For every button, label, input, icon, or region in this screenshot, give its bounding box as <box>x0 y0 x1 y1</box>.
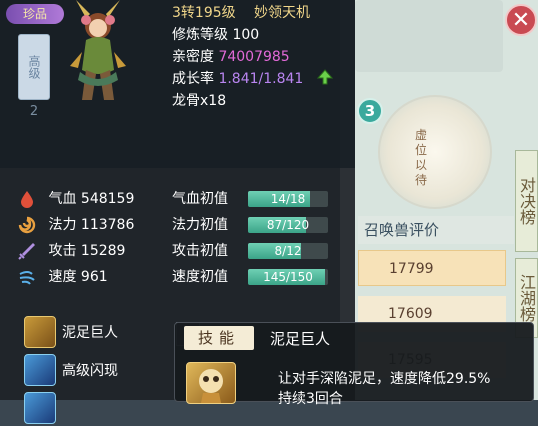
stat-label: 气血 <box>48 191 77 207</box>
growth-row: 成长率 1.841/1.841 <box>172 68 303 88</box>
cultivation-row: 修炼等级 100 <box>172 24 259 44</box>
evaluation-row[interactable]: 17799 <box>358 250 506 286</box>
rank-badge: 3 <box>357 98 383 124</box>
tab-duel-ranking[interactable]: 对决榜 <box>515 150 538 252</box>
skill-icon[interactable] <box>24 392 56 424</box>
skill-label: 高级闪现 <box>62 363 118 379</box>
mana-init-bar: 87/120 <box>248 217 328 233</box>
intimacy-label: 亲密度 <box>172 49 214 65</box>
stat-value: 961 <box>80 269 108 285</box>
flash-icon[interactable] <box>24 354 56 386</box>
bar-text: 8/12 <box>274 244 302 258</box>
growth-up-arrow-icon <box>316 69 334 85</box>
close-icon[interactable]: ✕ <box>512 8 530 33</box>
cultivation-label: 修炼等级 <box>172 27 228 43</box>
skill-tag: 技能 <box>184 326 254 350</box>
intimacy-value: 74007985 <box>218 49 290 65</box>
stat-value: 15289 <box>80 243 126 259</box>
intimacy-row: 亲密度 74007985 <box>172 46 290 66</box>
init-label: 攻击初值 <box>172 243 228 259</box>
stat-label: 速度 <box>48 269 77 285</box>
skill-description: 让对手深陷泥足，速度降低29.5% <box>278 371 491 387</box>
stat-mana: 法力 113786 <box>18 214 134 236</box>
skill-duration: 持续3回合 <box>278 391 343 407</box>
stat-attack: 攻击 15289 <box>18 240 125 262</box>
hp-init-bar: 14/18 <box>248 191 328 207</box>
growth-label: 成长率 <box>172 71 214 87</box>
pet-evaluation-header: 召唤兽评价 <box>358 216 514 244</box>
dragon-bone-count: 龙骨x18 <box>172 93 227 109</box>
init-label: 气血初值 <box>172 191 228 207</box>
stat-label: 法力 <box>48 217 77 233</box>
empty-slot-medallion[interactable] <box>378 95 492 209</box>
cultivation-value: 100 <box>232 27 260 43</box>
giant-icon[interactable] <box>24 316 56 348</box>
speed-init-bar: 145/150 <box>248 269 328 285</box>
attack-init-bar: 8/12 <box>248 243 328 259</box>
skill-label: 泥足巨人 <box>62 325 118 341</box>
mana-swirl-icon <box>18 216 36 234</box>
skill-slot[interactable]: 高级闪现 <box>20 354 170 388</box>
stat-label: 攻击 <box>48 243 77 259</box>
stat-speed: 速度 961 <box>18 266 108 288</box>
init-label: 速度初值 <box>172 269 228 285</box>
bar-text: 14/18 <box>270 192 306 206</box>
reincarnation-level: 3转195级 <box>172 5 236 21</box>
stat-value: 548159 <box>80 191 135 207</box>
wind-icon <box>19 271 35 285</box>
giant-icon <box>186 362 236 404</box>
skill-slot[interactable]: 泥足巨人 <box>20 316 170 350</box>
background-top-card <box>355 0 503 72</box>
pet-name: 妙领天机 <box>254 5 310 21</box>
hp-drop-icon <box>21 191 33 208</box>
stat-value: 113786 <box>80 217 135 233</box>
bar-text: 87/120 <box>266 218 310 232</box>
close-button[interactable]: ✕ <box>505 4 537 36</box>
pet-portrait <box>70 0 126 100</box>
skill-tooltip-name: 泥足巨人 <box>270 330 331 348</box>
grade-scroll: 高级 <box>18 34 50 100</box>
stat-hp: 气血 548159 <box>18 188 134 210</box>
growth-value: 1.841/1.841 <box>218 71 304 87</box>
sword-icon <box>18 243 35 260</box>
empty-slot-text: 虚位以待 <box>414 128 427 187</box>
bar-text: 145/150 <box>263 270 313 284</box>
init-label: 法力初值 <box>172 217 228 233</box>
grade-number: 2 <box>29 104 39 119</box>
skill-slot[interactable] <box>20 392 170 426</box>
